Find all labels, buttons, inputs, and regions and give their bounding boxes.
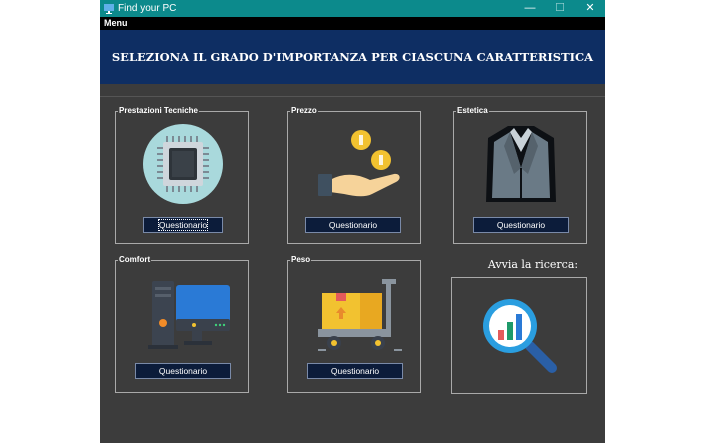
magnifier-chart-icon[interactable] (476, 292, 562, 378)
button-label: Questionario (157, 219, 209, 231)
panel-comfort: Comfort Questionario (115, 254, 249, 393)
button-label: Questionario (328, 220, 378, 230)
menu-item[interactable]: Menu (104, 17, 128, 30)
search-title: Avvia la ricerca: (487, 258, 579, 271)
maximize-button[interactable]: ☐ (545, 0, 575, 17)
search-panel[interactable] (451, 277, 587, 394)
button-label: Questionario (330, 366, 380, 376)
desktop-computer-icon (148, 281, 230, 349)
panel-title: Prezzo (290, 105, 318, 117)
questionario-button[interactable]: Questionario (307, 363, 403, 379)
panel-title: Estetica (456, 105, 489, 117)
panel-title: Prestazioni Tecniche (118, 105, 199, 117)
questionario-button[interactable]: Questionario (473, 217, 569, 233)
minimize-button[interactable]: — (515, 0, 545, 17)
panel-prestazioni-tecniche: Prestazioni Tecniche Questionario (115, 105, 249, 244)
questionario-button[interactable]: Questionario (143, 217, 223, 233)
window-title: Find your PC (118, 3, 177, 14)
cpu-chip-icon (143, 124, 223, 204)
page-title: SELEZIONA IL GRADO D'IMPORTANZA PER CIAS… (111, 50, 594, 64)
header-banner: SELEZIONA IL GRADO D'IMPORTANZA PER CIAS… (100, 30, 605, 84)
cart-boxes-icon (318, 279, 402, 351)
panel-prezzo: Prezzo Questionario (287, 105, 421, 244)
title-bar[interactable]: Find your PC — ☐ ✕ (100, 0, 605, 17)
panel-title: Comfort (118, 254, 152, 266)
app-logo-icon (104, 4, 114, 14)
panel-title: Peso (290, 254, 312, 266)
divider (100, 96, 605, 97)
suit-jacket-icon (486, 126, 556, 202)
app-window: Find your PC — ☐ ✕ Menu SELEZIONA IL GRA… (100, 0, 605, 443)
coins-hand-icon (318, 130, 400, 197)
panel-estetica: Estetica Questionario (453, 105, 587, 244)
button-label: Questionario (496, 220, 546, 230)
button-label: Questionario (158, 366, 208, 376)
questionario-button[interactable]: Questionario (305, 217, 401, 233)
close-button[interactable]: ✕ (575, 0, 605, 17)
panel-peso: Peso Questionario (287, 254, 421, 393)
menu-bar: Menu (100, 17, 605, 30)
questionario-button[interactable]: Questionario (135, 363, 231, 379)
